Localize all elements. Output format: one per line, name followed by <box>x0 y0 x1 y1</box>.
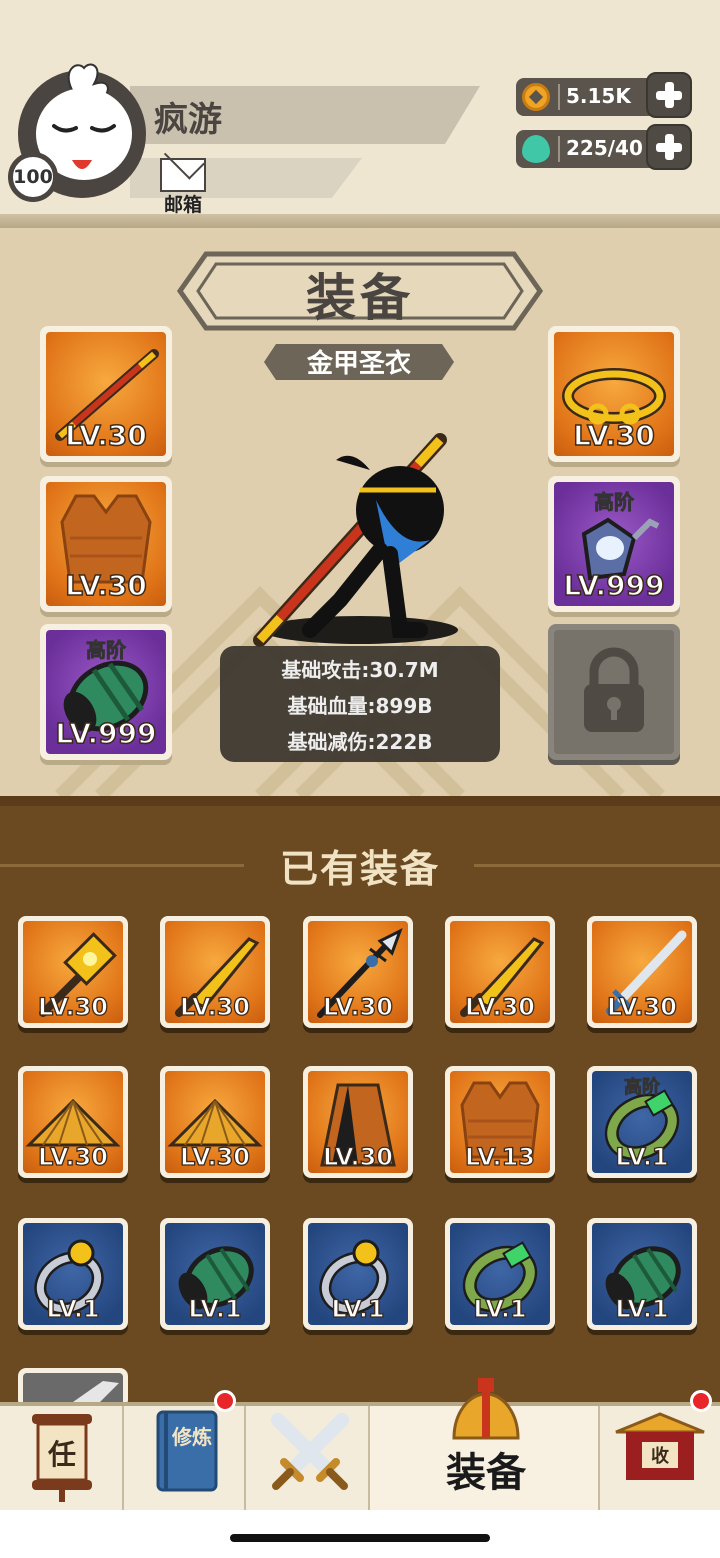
equipment-title: 装备 <box>306 269 414 327</box>
tab-glyph: 修炼 <box>171 1425 212 1449</box>
tab-equipment-label: 装备 <box>446 1450 526 1496</box>
inventory-item[interactable]: LV.1 <box>303 1218 413 1330</box>
coin-icon <box>522 83 550 111</box>
crossed-swords-icon <box>271 1413 349 1490</box>
item-level: LV.30 <box>179 1142 250 1171</box>
base-stats-panel: 基础攻击:30.7M 基础血量:899B 基础减伤:222B <box>220 646 500 762</box>
inventory-item[interactable]: LV.1 <box>160 1218 270 1330</box>
slot-level: LV.999 <box>563 568 666 603</box>
inventory-item[interactable]: LV.30 <box>160 916 270 1028</box>
book-icon: 修炼 <box>156 1410 218 1492</box>
item-level: LV.1 <box>615 1294 670 1323</box>
equip-slot-bracer[interactable]: 高阶 LV.999 <box>40 624 172 760</box>
player-name: 疯游 <box>154 100 222 140</box>
gem-icon <box>522 135 550 163</box>
gold-value: 5.15K <box>566 84 631 108</box>
gem-value: 225/40 <box>566 136 643 160</box>
inventory-item[interactable]: LV.30 <box>160 1066 270 1178</box>
equip-slot-locked[interactable] <box>548 624 680 760</box>
base-damage-reduction: 基础减伤:222B <box>287 730 433 754</box>
inventory-item[interactable]: LV.30 <box>445 916 555 1028</box>
inventory-title: 已有装备 <box>279 847 440 891</box>
item-level: LV.1 <box>331 1294 386 1323</box>
item-level: LV.30 <box>464 992 535 1021</box>
scroll-icon: 任 <box>32 1414 92 1502</box>
base-attack: 基础攻击:30.7M <box>281 658 439 682</box>
tab-shop[interactable]: 收 <box>600 1406 720 1510</box>
notification-dot <box>690 1390 712 1412</box>
tab-tasks[interactable]: 任 <box>0 1406 124 1510</box>
item-level: LV.1 <box>473 1294 528 1323</box>
bottom-nav: 任 修炼 收 <box>0 1378 720 1510</box>
shop-icon: 收 <box>615 1412 705 1480</box>
mailbox-button[interactable]: 邮箱 <box>158 158 208 216</box>
inventory-item[interactable]: LV.1 <box>587 1218 697 1330</box>
notification-dot <box>214 1390 236 1412</box>
slot-level: LV.30 <box>64 568 147 603</box>
mailbox-label: 邮箱 <box>163 194 202 216</box>
equip-slot-headband[interactable]: LV.30 <box>548 326 680 462</box>
add-gem-button[interactable] <box>646 124 692 170</box>
tab-glyph: 任 <box>47 1438 76 1471</box>
tab-glyph: 收 <box>651 1445 669 1467</box>
inventory-item[interactable]: LV.30 <box>303 916 413 1028</box>
lock-icon <box>584 647 644 732</box>
slot-level: LV.999 <box>55 716 158 751</box>
inventory-item[interactable]: LV.30 <box>18 1066 128 1178</box>
inventory-item[interactable]: LV.1 <box>18 1218 128 1330</box>
inventory-item[interactable]: 高阶 LV.1 <box>587 1066 697 1178</box>
item-level: LV.1 <box>46 1294 101 1323</box>
item-level: LV.1 <box>188 1294 243 1323</box>
item-level: LV.30 <box>37 992 108 1021</box>
tier-label: 高阶 <box>624 1077 661 1099</box>
inventory-item[interactable]: LV.30 <box>18 916 128 1028</box>
player-level-badge: 100 <box>8 152 58 202</box>
equip-slot-amulet[interactable]: 高阶 LV.999 <box>548 476 680 612</box>
item-level: LV.30 <box>322 1142 393 1171</box>
item-level: LV.1 <box>615 1142 670 1171</box>
tier-label: 高阶 <box>86 638 127 663</box>
slot-level: LV.30 <box>572 418 655 453</box>
tab-battle[interactable] <box>246 1406 370 1510</box>
item-level: LV.30 <box>37 1142 108 1171</box>
inventory-item[interactable]: LV.13 <box>445 1066 555 1178</box>
suit-name: 金甲圣衣 <box>306 349 411 379</box>
item-level: LV.30 <box>179 992 250 1021</box>
inventory-item[interactable]: LV.1 <box>445 1218 555 1330</box>
helmet-icon <box>452 1378 520 1440</box>
inventory-item[interactable]: LV.30 <box>587 916 697 1028</box>
add-gold-button[interactable] <box>646 72 692 118</box>
slot-level: LV.30 <box>64 418 147 453</box>
inventory-item[interactable]: LV.30 <box>303 1066 413 1178</box>
tier-label: 高阶 <box>594 490 635 515</box>
envelope-icon <box>160 158 206 192</box>
hero-character <box>253 433 458 647</box>
equip-slot-weapon[interactable]: LV.30 <box>40 326 172 462</box>
header-divider <box>0 214 720 228</box>
base-hp: 基础血量:899B <box>287 694 433 718</box>
item-level: LV.13 <box>464 1142 535 1171</box>
equip-slot-armor[interactable]: LV.30 <box>40 476 172 612</box>
home-indicator <box>230 1534 490 1542</box>
item-level: LV.30 <box>606 992 677 1021</box>
tab-cultivate[interactable]: 修炼 <box>124 1406 246 1510</box>
item-level: LV.30 <box>322 992 393 1021</box>
